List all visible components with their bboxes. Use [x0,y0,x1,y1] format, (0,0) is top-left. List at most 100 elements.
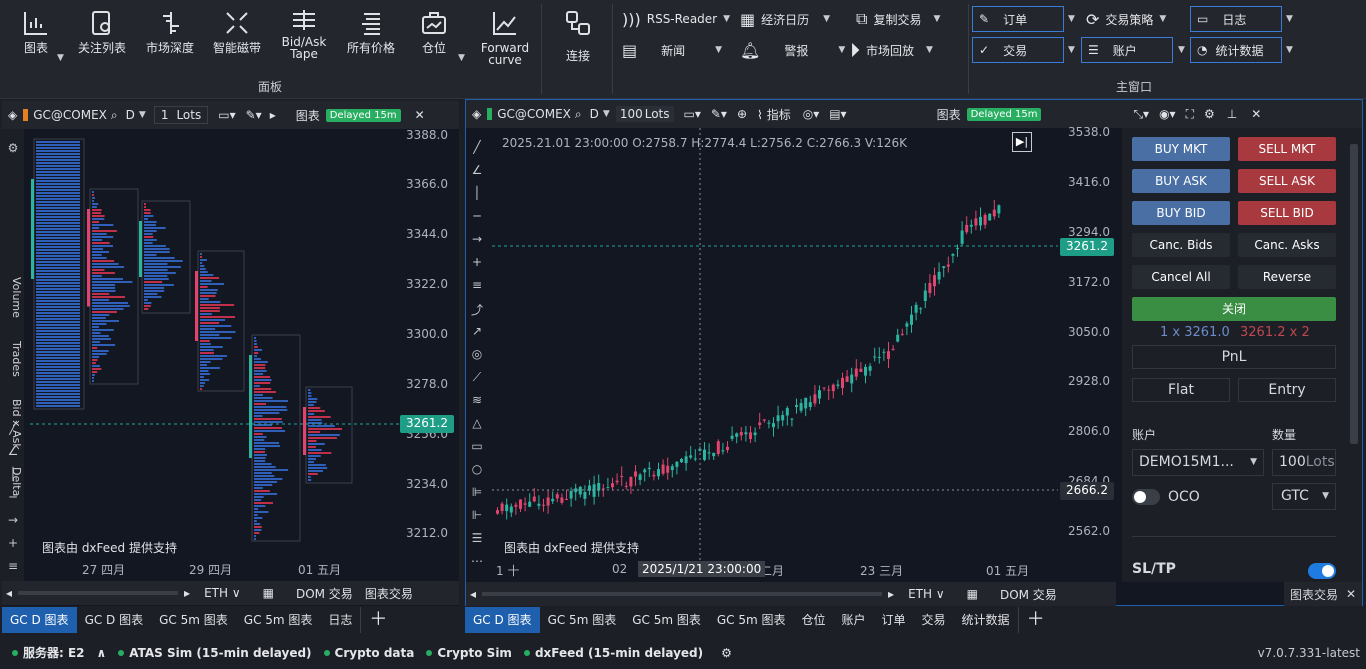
volume-label[interactable]: Volume [10,277,23,318]
caret-icon[interactable]: ▼ [139,110,146,120]
close-icon[interactable]: ✕ [1251,107,1261,121]
arrow-tool-icon[interactable]: → [466,232,488,255]
chevron-up-icon[interactable]: ∧ [97,646,107,660]
server-label[interactable]: 服务器: E2 [23,644,85,661]
chart-trading-button[interactable]: 图表交易 [365,585,413,602]
ruler-tool-icon[interactable]: ⟋ [466,370,488,393]
tab-journal[interactable]: 日志 [320,607,360,633]
levels-tool-icon[interactable]: ⊫ [466,485,488,508]
template-icon[interactable]: ▤▾ [829,107,846,121]
tab-orders[interactable]: 订单 [874,607,914,633]
symbol-selector[interactable]: GC@COMEX [33,108,107,122]
levels2-tool-icon[interactable]: ⊩ [466,508,488,531]
session-selector[interactable]: ETH ∨ [908,587,945,601]
search-icon[interactable]: ⌕ [111,108,118,123]
dom-trading-button[interactable]: DOM 交易 [296,585,353,602]
lines-tool-icon[interactable]: ≡ [2,559,24,582]
pin-icon[interactable]: ⊥ [1227,107,1237,121]
caret-icon[interactable]: ▼ [1068,14,1075,24]
search-icon[interactable]: ⌕ [575,107,582,122]
all-prices-button[interactable]: 所有价格 [339,4,403,74]
angle-tool-icon[interactable]: ∠ [466,163,488,186]
buy-ask-button[interactable]: BUY ASK [1132,169,1230,193]
statistics-button[interactable]: ◔ 统计数据 [1190,37,1282,63]
tab-statistics[interactable]: 统计数据 [954,607,1018,633]
tab-gc-5m-chart[interactable]: GC 5m 图表 [151,607,236,633]
tab-trades[interactable]: 交易 [914,607,954,633]
indicators-button[interactable]: ⌇ 指标 [757,106,791,123]
positions-button[interactable]: 仓位 [402,4,466,74]
tab-gc-5m-chart[interactable]: GC 5m 图表 [540,607,625,633]
line-tool-icon[interactable]: ╱ [2,421,24,444]
market-depth-button[interactable]: 市场深度 [138,4,202,74]
account-select[interactable]: DEMO15M1... ▼ [1132,449,1264,476]
lines-tool-icon[interactable]: ≡ [466,278,488,301]
more-tools-icon[interactable]: ⋯ [466,554,488,577]
sell-ask-button[interactable]: SELL ASK [1238,169,1336,193]
gear-icon[interactable]: ⚙ [2,141,24,164]
pencil-icon[interactable]: ✎▾ [246,108,262,122]
angle-tool-icon[interactable]: ∠ [2,444,24,467]
trade-panel-scrollbar[interactable] [1350,144,1358,444]
chart-button[interactable]: 图表 [4,4,68,74]
tab-positions[interactable]: 仓位 [793,607,833,633]
hline-tool-icon[interactable]: ─ [2,490,24,513]
tab-gc-5m-chart-2[interactable]: GC 5m 图表 [624,607,709,633]
dom-trading-button[interactable]: DOM 交易 [1000,586,1057,603]
crosshair-icon[interactable]: ◎▾ [803,107,820,121]
accounts-button[interactable]: ☰ 账户 [1081,37,1173,63]
watchlist-button[interactable]: 关注列表 [70,4,134,74]
comment-icon[interactable]: ▭▾ [218,108,235,122]
timeframe-selector[interactable]: D [590,107,599,121]
connect-button[interactable]: 连接 [546,4,610,74]
tab-gc-5m-chart-2[interactable]: GC 5m 图表 [236,607,321,633]
target-tool-icon[interactable]: ◎ [466,347,488,370]
cross-tool-icon[interactable]: + [2,536,24,559]
news-button[interactable]: ▤ 新闻 ▼ [622,38,722,62]
market-replay-button[interactable]: ⏵ 市场回放 ▼ [850,38,933,62]
cancel-all-button[interactable]: Cancel All [1132,265,1230,289]
trade-strategy-button[interactable]: ⟳ 交易策略 ▼ [1086,7,1166,31]
sell-mkt-button[interactable]: SELL MKT [1238,137,1336,161]
calendar-icon[interactable]: ▦ [967,587,978,601]
symbol-selector[interactable]: GC@COMEX [497,107,571,121]
connection-crypto-sim[interactable]: Crypto Sim [437,646,512,660]
tab-gc-d-chart[interactable]: GC D 图表 [465,607,540,633]
gear-icon[interactable]: ⚙ [721,646,732,660]
tab-gc-d-chart[interactable]: GC D 图表 [2,607,77,633]
connection-dxfeed[interactable]: dxFeed (15-min delayed) [535,646,703,660]
scrollbar[interactable] [18,591,179,595]
forward-curve-button[interactable]: Forward curve [473,4,537,74]
pencil-icon[interactable]: ✎▾ [711,107,727,121]
camera-icon[interactable]: ◉▾ [1159,107,1176,121]
sltp-toggle[interactable] [1308,563,1336,579]
alerts-button[interactable]: 🔔︎ 警报 ▼ [740,38,845,62]
bid-ask-tape-button[interactable]: Bid/Ask Tape [272,4,336,74]
close-icon[interactable]: ✕ [1346,587,1356,601]
lots-field[interactable]: 1 Lots [153,106,209,124]
comment-icon[interactable]: ▭▾ [684,107,701,121]
trend-tool-icon[interactable]: ↗ [466,324,488,347]
vline-tool-icon[interactable]: │ [466,186,488,209]
close-icon[interactable]: ✕ [415,108,425,122]
gear-icon[interactable]: ⚙ [1204,107,1215,121]
quantity-field[interactable]: 100Lots [1272,449,1336,476]
calendar-icon[interactable]: ▦ [263,586,274,600]
positions-caret-icon[interactable]: ▼ [458,53,465,63]
scroll-left-icon[interactable]: ◂ [470,587,476,601]
journal-button[interactable]: ▭ 日志 [1190,6,1282,32]
rss-reader-button[interactable]: ))) RSS-Reader ▼ [622,7,730,31]
hline-tool-icon[interactable]: ─ [466,209,488,232]
fullscreen-icon[interactable]: ⛶ [1186,107,1194,122]
rect-tool-icon[interactable]: ▭ [466,439,488,462]
arrow-tool-icon[interactable]: → [2,513,24,536]
vline-tool-icon[interactable]: │ [2,467,24,490]
scrollbar[interactable] [482,592,883,596]
smart-tape-button[interactable]: 智能磁带 [205,4,269,74]
zoom-icon[interactable]: ⊕ [737,107,747,121]
oco-toggle[interactable] [1132,489,1160,505]
cancel-asks-button[interactable]: Canc. Asks [1238,233,1336,257]
cross-tool-icon[interactable]: + [466,255,488,278]
close-position-button[interactable]: 关闭 [1132,297,1336,321]
sell-bid-button[interactable]: SELL BID [1238,201,1336,225]
